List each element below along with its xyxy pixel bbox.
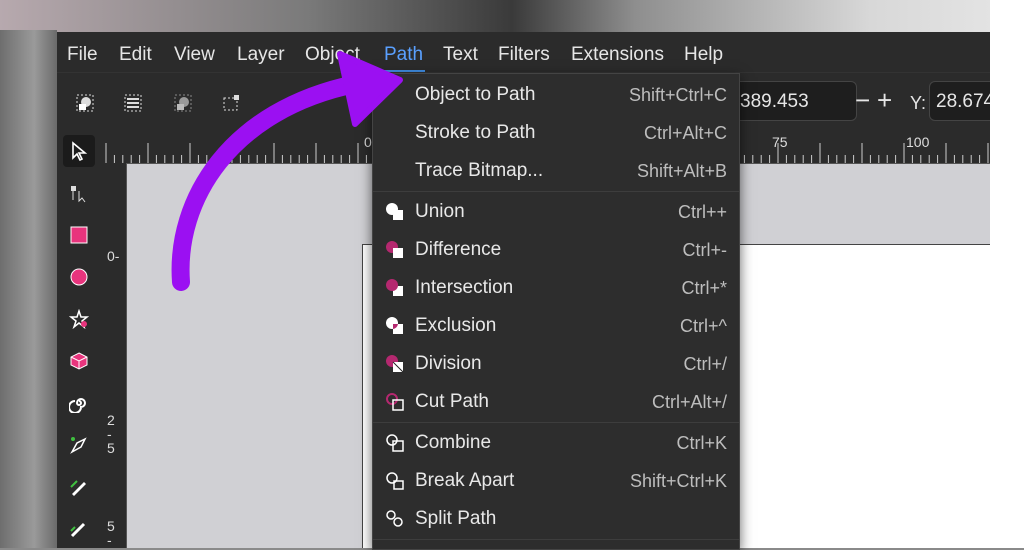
menu-item-exclusion[interactable]: Exclusion Ctrl+^ xyxy=(373,307,739,345)
menu-item-cut-path[interactable]: Cut Path Ctrl+Alt+/ xyxy=(373,383,739,421)
x-decrement-button[interactable]: − xyxy=(855,87,870,113)
ellipse-tool-icon[interactable] xyxy=(63,261,95,293)
menu-item-label: Intersection xyxy=(415,277,514,298)
3d-box-tool-icon[interactable] xyxy=(63,345,95,377)
cut-path-icon xyxy=(385,392,405,412)
ruler-number: 100 xyxy=(906,134,930,150)
rectangle-tool-icon[interactable] xyxy=(63,219,95,251)
y-coordinate-field[interactable]: 28.674 xyxy=(929,81,990,121)
menu-extensions[interactable]: Extensions xyxy=(571,44,664,66)
x-coordinate-value: 389.453 xyxy=(740,91,809,112)
menu-separator xyxy=(373,191,739,192)
intersection-icon xyxy=(385,278,405,298)
ruler-number: 2-5 xyxy=(107,412,115,456)
combine-icon xyxy=(385,433,405,453)
menu-item-trace-bitmap[interactable]: Trace Bitmap... Shift+Alt+B xyxy=(373,152,739,190)
blurred-background-top xyxy=(0,0,1024,32)
menu-item-label: Difference xyxy=(415,239,502,260)
menu-item-stroke-to-path[interactable]: Stroke to Path Ctrl+Alt+C xyxy=(373,114,739,152)
menu-item-combine[interactable]: Combine Ctrl+K xyxy=(373,424,739,462)
menu-item-label: Division xyxy=(415,353,482,374)
break-apart-icon xyxy=(385,471,405,491)
menu-object[interactable]: Object xyxy=(305,44,360,66)
ruler-number: 0 xyxy=(364,134,372,150)
white-margin-right xyxy=(990,0,1024,548)
pen-tool-icon[interactable] xyxy=(63,429,95,461)
node-tool-icon[interactable] xyxy=(63,177,95,209)
pencil-tool-icon[interactable] xyxy=(63,471,95,503)
menu-item-split-path[interactable]: Split Path xyxy=(373,500,739,538)
menu-filters[interactable]: Filters xyxy=(498,44,550,66)
menu-item-shortcut: Ctrl+* xyxy=(681,278,727,298)
menu-item-shortcut: Ctrl+Alt+/ xyxy=(651,392,727,412)
select-all-layers-icon[interactable] xyxy=(123,93,143,113)
menu-item-label: Combine xyxy=(415,432,492,453)
menu-item-shortcut: Ctrl+Alt+C xyxy=(643,123,727,143)
menu-item-label: Break Apart xyxy=(415,470,515,491)
split-path-icon xyxy=(385,509,405,529)
menu-bar: File Edit View Layer Object Path Text Fi… xyxy=(57,32,990,72)
menu-file[interactable]: File xyxy=(67,44,98,66)
menu-item-intersection[interactable]: Intersection Ctrl+* xyxy=(373,269,739,307)
menu-item-label: Union xyxy=(415,201,465,222)
menu-help[interactable]: Help xyxy=(684,44,723,66)
selector-tool-icon[interactable] xyxy=(63,135,95,167)
menu-item-label: Split Path xyxy=(415,508,497,529)
menu-item-shortcut: Ctrl+- xyxy=(682,240,728,260)
exclusion-icon xyxy=(385,316,405,336)
division-icon xyxy=(385,354,405,374)
ruler-number: 5-0 xyxy=(107,518,115,548)
spiral-tool-icon[interactable] xyxy=(63,387,95,419)
menu-item-shortcut: Ctrl+/ xyxy=(683,354,727,374)
star-tool-icon[interactable] xyxy=(63,303,95,335)
touch-select-icon[interactable] xyxy=(221,93,241,113)
blurred-background-left xyxy=(0,30,57,548)
y-coordinate-value: 28.674 xyxy=(936,91,990,112)
menu-item-shortcut: Ctrl+K xyxy=(676,433,727,453)
ruler-number: 0- xyxy=(107,248,120,264)
menu-separator xyxy=(373,422,739,423)
vertical-ruler[interactable]: 0- 2-5 5-0 xyxy=(102,163,127,548)
x-coordinate-field[interactable]: 389.453 xyxy=(733,81,857,121)
menu-item-label: Object to Path xyxy=(415,84,536,105)
path-menu-dropdown: Object to Path Shift+Ctrl+C Stroke to Pa… xyxy=(372,73,740,550)
menu-edit[interactable]: Edit xyxy=(119,44,152,66)
menu-item-shortcut: Shift+Alt+B xyxy=(636,161,727,181)
x-increment-button[interactable]: + xyxy=(877,87,892,113)
menu-item-difference[interactable]: Difference Ctrl+- xyxy=(373,231,739,269)
deselect-icon[interactable] xyxy=(173,93,193,113)
y-label: Y: xyxy=(910,93,927,113)
menu-item-label: Stroke to Path xyxy=(415,122,536,143)
select-all-icon[interactable] xyxy=(75,93,95,113)
menu-item-shortcut: Shift+Ctrl+C xyxy=(628,85,727,105)
menu-separator xyxy=(373,539,739,540)
menu-item-object-to-path[interactable]: Object to Path Shift+Ctrl+C xyxy=(373,76,739,114)
calligraphy-tool-icon[interactable] xyxy=(63,513,95,545)
menu-view[interactable]: View xyxy=(174,44,215,66)
menu-item-shortcut: Shift+Ctrl+K xyxy=(629,471,727,491)
menu-item-union[interactable]: Union Ctrl++ xyxy=(373,193,739,231)
menu-item-division[interactable]: Division Ctrl+/ xyxy=(373,345,739,383)
menu-item-shortcut: Ctrl++ xyxy=(677,202,727,222)
menu-item-label: Exclusion xyxy=(415,315,497,336)
menu-item-label: Trace Bitmap... xyxy=(415,160,544,181)
difference-icon xyxy=(385,240,405,260)
toolbox xyxy=(57,129,102,548)
menu-text[interactable]: Text xyxy=(443,44,478,66)
menu-item-shortcut: Ctrl+^ xyxy=(680,316,727,336)
rotate-icon[interactable] xyxy=(289,93,309,113)
ruler-number: 75 xyxy=(772,134,788,150)
union-icon xyxy=(385,202,405,222)
menu-item-label: Cut Path xyxy=(415,391,489,412)
menu-path[interactable]: Path xyxy=(381,44,426,72)
menu-item-break-apart[interactable]: Break Apart Shift+Ctrl+K xyxy=(373,462,739,500)
menu-layer[interactable]: Layer xyxy=(237,44,285,66)
